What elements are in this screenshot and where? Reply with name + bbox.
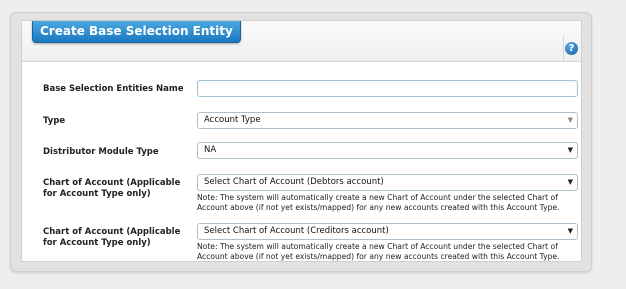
distributor-select-value: NA [204, 145, 217, 155]
chevron-down-icon: ▼ [567, 178, 573, 186]
coa-debtors-select-value: Select Chart of Account (Debtors account… [204, 177, 384, 187]
form-panel: Create Base Selection Entity ? Base Sele… [21, 20, 582, 262]
outer-frame: Create Base Selection Entity ? Base Sele… [10, 12, 592, 272]
name-label: Base Selection Entities Name [43, 84, 184, 94]
coa-debtors-note: Note: The system will automatically crea… [197, 193, 560, 212]
name-input[interactable] [197, 80, 578, 97]
chevron-down-icon: ▼ [567, 146, 573, 154]
chevron-down-icon: ▼ [567, 227, 573, 235]
type-select-value: Account Type [204, 115, 261, 125]
type-select[interactable]: Account Type ▼ [197, 112, 578, 129]
type-label: Type [43, 116, 66, 126]
chevron-down-icon: ▼ [567, 116, 573, 124]
coa-creditors-note: Note: The system will automatically crea… [197, 242, 560, 261]
coa-creditors-select-value: Select Chart of Account (Creditors accou… [204, 226, 389, 236]
panel-header: Create Base Selection Entity ? [22, 21, 581, 62]
coa-debtors-label: Chart of Account (Applicable for Account… [43, 178, 181, 199]
coa-debtors-select[interactable]: Select Chart of Account (Debtors account… [197, 174, 578, 191]
help-icon[interactable]: ? [565, 42, 578, 55]
distributor-label: Distributor Module Type [43, 147, 159, 157]
coa-creditors-label: Chart of Account (Applicable for Account… [43, 227, 181, 248]
panel-title: Create Base Selection Entity [32, 21, 241, 43]
distributor-select[interactable]: NA ▼ [197, 142, 578, 159]
coa-creditors-select[interactable]: Select Chart of Account (Creditors accou… [197, 223, 578, 240]
